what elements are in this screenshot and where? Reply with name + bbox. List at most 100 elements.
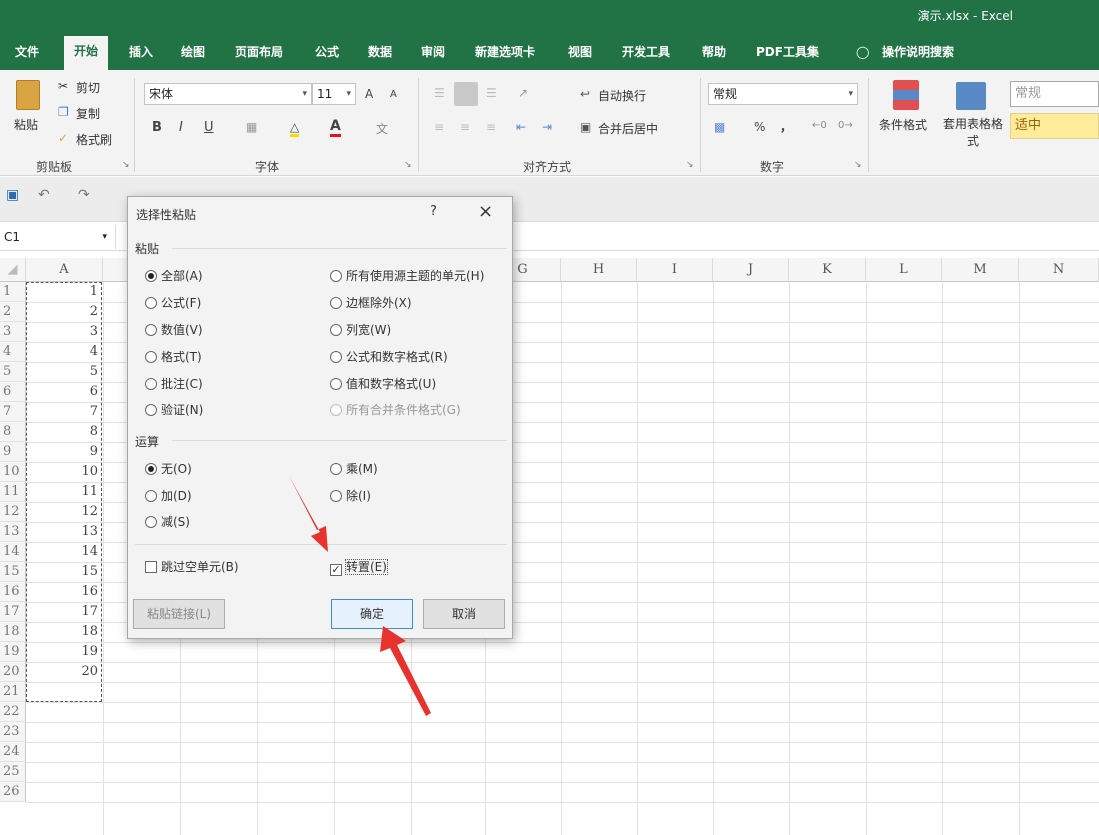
tab-pdf-tools[interactable]: PDF工具集 xyxy=(746,40,829,70)
fill-color-icon[interactable]: △ xyxy=(290,120,300,137)
orientation-icon[interactable]: ↗ xyxy=(518,86,528,100)
column-header[interactable]: M xyxy=(942,258,1019,282)
cell-a-value[interactable]: 9 xyxy=(26,442,100,462)
cut-button[interactable]: 剪切 xyxy=(76,79,100,96)
paste-option-formulas[interactable]: 公式(F) xyxy=(145,294,201,312)
cell-a-value[interactable]: 2 xyxy=(26,302,100,322)
cell-a-value[interactable]: 8 xyxy=(26,422,100,442)
copy-icon[interactable]: ❐ xyxy=(58,105,69,119)
tab-developer[interactable]: 开发工具 xyxy=(612,40,680,70)
column-header[interactable]: I xyxy=(637,258,713,282)
align-bottom-icon[interactable]: ☰ xyxy=(486,86,497,100)
align-right-icon[interactable]: ≡ xyxy=(486,120,496,134)
row-header[interactable]: 25 xyxy=(0,762,26,782)
row-header[interactable]: 6 xyxy=(0,382,26,402)
paste-button[interactable]: 粘贴 xyxy=(14,116,38,133)
cell-a-value[interactable]: 18 xyxy=(26,622,100,642)
tab-formulas[interactable]: 公式 xyxy=(305,40,349,70)
row-header[interactable]: 11 xyxy=(0,482,26,502)
save-icon[interactable]: ▣ xyxy=(6,187,19,203)
column-header[interactable]: N xyxy=(1019,258,1099,282)
cell-a-value[interactable]: 20 xyxy=(26,662,100,682)
cell-a-value[interactable]: 17 xyxy=(26,602,100,622)
paste-option-validation[interactable]: 验证(N) xyxy=(145,401,203,419)
undo-icon[interactable]: ↶ xyxy=(38,187,50,203)
align-center-icon[interactable]: ≡ xyxy=(460,120,470,134)
clipboard-launcher-icon[interactable]: ↘ xyxy=(122,160,130,170)
border-icon[interactable]: ▦ xyxy=(246,120,257,134)
tab-draw[interactable]: 绘图 xyxy=(171,40,215,70)
cut-icon[interactable]: ✂ xyxy=(58,79,68,93)
cell-a-value[interactable]: 7 xyxy=(26,402,100,422)
cell-a-value[interactable]: 5 xyxy=(26,362,100,382)
row-header[interactable]: 8 xyxy=(0,422,26,442)
tab-file[interactable]: 文件 xyxy=(5,40,49,70)
row-header[interactable]: 24 xyxy=(0,742,26,762)
redo-icon[interactable]: ↷ xyxy=(78,187,90,203)
format-painter-icon[interactable]: ✓ xyxy=(58,131,68,145)
column-header[interactable]: L xyxy=(866,258,942,282)
row-header[interactable]: 20 xyxy=(0,662,26,682)
paste-option-comments[interactable]: 批注(C) xyxy=(145,375,203,393)
row-header[interactable]: 12 xyxy=(0,502,26,522)
cell-a-value[interactable]: 10 xyxy=(26,462,100,482)
column-header[interactable]: A xyxy=(26,258,103,282)
number-format-box[interactable]: 常规 ▾ xyxy=(708,83,858,105)
wrap-text-button[interactable]: 自动换行 xyxy=(598,87,646,104)
cell-a-value[interactable]: 6 xyxy=(26,382,100,402)
format-as-table-icon[interactable] xyxy=(956,82,986,110)
row-header[interactable]: 5 xyxy=(0,362,26,382)
row-header[interactable]: 13 xyxy=(0,522,26,542)
operation-subtract[interactable]: 减(S) xyxy=(145,513,190,531)
row-header[interactable]: 3 xyxy=(0,322,26,342)
skip-blanks-checkbox[interactable]: 跳过空单元(B) xyxy=(145,558,239,576)
grow-font-button[interactable]: A xyxy=(365,87,373,101)
paste-option-column-widths[interactable]: 列宽(W) xyxy=(330,321,391,339)
cell-a-value[interactable]: 19 xyxy=(26,642,100,662)
paste-option-formulas-number-formats[interactable]: 公式和数字格式(R) xyxy=(330,348,448,366)
paste-option-no-borders[interactable]: 边框除外(X) xyxy=(330,294,412,312)
tab-new[interactable]: 新建选项卡 xyxy=(465,40,545,70)
row-header[interactable]: 7 xyxy=(0,402,26,422)
align-left-icon[interactable]: ≡ xyxy=(434,120,444,134)
increase-decimal-icon[interactable]: ←0 xyxy=(812,120,827,131)
row-header[interactable]: 16 xyxy=(0,582,26,602)
cell-a-value[interactable]: 1 xyxy=(26,282,100,302)
copy-button[interactable]: 复制 xyxy=(76,105,100,122)
conditional-format-icon[interactable] xyxy=(893,80,919,110)
conditional-format-button[interactable]: 条件格式 xyxy=(879,116,927,133)
cell-a-value[interactable]: 4 xyxy=(26,342,100,362)
row-header[interactable]: 26 xyxy=(0,782,26,802)
format-as-table-button[interactable]: 套用表格格式 xyxy=(938,116,1008,150)
column-header[interactable]: K xyxy=(789,258,866,282)
tab-data[interactable]: 数据 xyxy=(358,40,402,70)
column-header[interactable]: H xyxy=(561,258,637,282)
row-header[interactable]: 18 xyxy=(0,622,26,642)
row-header[interactable]: 4 xyxy=(0,342,26,362)
alignment-launcher-icon[interactable]: ↘ xyxy=(686,160,694,170)
name-box[interactable]: C1 ▾ xyxy=(0,225,116,249)
select-all-corner[interactable]: ◢ xyxy=(0,258,26,282)
row-header[interactable]: 2 xyxy=(0,302,26,322)
accounting-format-icon[interactable]: ▩ xyxy=(714,120,725,134)
paste-option-values-number-formats[interactable]: 值和数字格式(U) xyxy=(330,375,436,393)
style-normal-cell[interactable]: 常规 xyxy=(1010,81,1099,107)
paste-link-button[interactable]: 粘贴链接(L) xyxy=(133,599,225,629)
tab-insert[interactable]: 插入 xyxy=(119,40,163,70)
row-header[interactable]: 17 xyxy=(0,602,26,622)
tab-view[interactable]: 视图 xyxy=(558,40,602,70)
align-middle-icon[interactable] xyxy=(454,82,478,106)
operation-add[interactable]: 加(D) xyxy=(145,487,192,505)
tab-review[interactable]: 审阅 xyxy=(411,40,455,70)
shrink-font-button[interactable]: A xyxy=(390,89,397,100)
row-header[interactable]: 19 xyxy=(0,642,26,662)
merge-center-icon[interactable]: ▣ xyxy=(580,120,591,134)
style-neutral-cell[interactable]: 适中 xyxy=(1010,113,1099,139)
font-launcher-icon[interactable]: ↘ xyxy=(404,160,412,170)
paste-option-source-theme[interactable]: 所有使用源主题的单元(H) xyxy=(330,267,484,285)
transpose-checkbox[interactable]: ✓ 转置(E) xyxy=(330,558,388,576)
phonetic-button[interactable]: 文 xyxy=(376,120,388,137)
align-top-icon[interactable]: ☰ xyxy=(434,86,445,100)
paste-option-all[interactable]: 全部(A) xyxy=(145,267,203,285)
font-name-box[interactable]: 宋体 ▾ xyxy=(144,83,312,105)
